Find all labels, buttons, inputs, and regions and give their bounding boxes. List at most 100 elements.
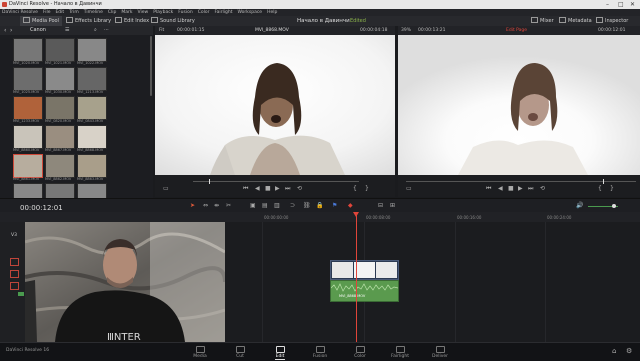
- insert-clip-icon[interactable]: ▣: [250, 202, 256, 209]
- track-auto-select-icon[interactable]: [10, 270, 19, 278]
- timeline-ruler[interactable]: 00:00:12:01 00:00:00:00 00:00:08:00 00:00:…: [0, 204, 640, 222]
- prev-frame-icon[interactable]: ⏮: [486, 185, 491, 193]
- source-scrub-head[interactable]: [209, 179, 210, 184]
- next-frame-icon[interactable]: ⏭: [285, 185, 290, 193]
- menu-item[interactable]: Color: [198, 10, 210, 15]
- menu-item[interactable]: Timeline: [84, 10, 103, 15]
- page-tab-color[interactable]: Color: [346, 346, 374, 359]
- mixer-button[interactable]: Mixer: [528, 16, 557, 26]
- playhead-handle[interactable]: [353, 212, 359, 217]
- mark-in-icon[interactable]: {: [598, 185, 602, 192]
- menu-item[interactable]: Playback: [153, 10, 173, 15]
- next-frame-icon[interactable]: ⏭: [528, 185, 533, 193]
- home-icon[interactable]: ⌂: [612, 347, 616, 355]
- menu-item[interactable]: Workspace: [237, 10, 262, 15]
- settings-icon[interactable]: ⚙: [626, 347, 632, 355]
- clip-thumbnail[interactable]: [13, 67, 43, 91]
- volume-knob[interactable]: [612, 204, 616, 208]
- page-tab-deliver[interactable]: Deliver: [426, 346, 454, 359]
- menu-item[interactable]: View: [138, 10, 149, 15]
- media-pool-button[interactable]: Media Pool: [20, 16, 62, 26]
- page-tab-media[interactable]: Media: [186, 346, 214, 359]
- loop-icon[interactable]: ⟲: [297, 185, 302, 192]
- menu-item[interactable]: Help: [267, 10, 277, 15]
- audio-volume-icon[interactable]: 🔊: [576, 202, 583, 209]
- position-lock-icon[interactable]: 🔒: [316, 202, 323, 209]
- effects-library-button[interactable]: Effects Library: [63, 16, 114, 26]
- blade-tool-icon[interactable]: ✂: [226, 202, 231, 209]
- dynamic-trim-icon[interactable]: ⇹: [214, 202, 219, 209]
- list-view-icon[interactable]: ☰: [65, 26, 69, 35]
- track-enable-icon[interactable]: [10, 282, 19, 290]
- minimize-icon[interactable]: –: [606, 0, 609, 9]
- menu-item[interactable]: Edit: [55, 10, 64, 15]
- media-pool-scrollbar[interactable]: [150, 36, 152, 96]
- bin-name[interactable]: Canon: [30, 26, 46, 35]
- menu-item[interactable]: Fairlight: [214, 10, 232, 15]
- mark-out-icon[interactable]: }: [610, 185, 614, 192]
- page-tab-edit[interactable]: Edit: [266, 346, 294, 360]
- menu-item[interactable]: DaVinci Resolve: [2, 10, 38, 15]
- zoom-full-icon[interactable]: ⊟: [378, 202, 383, 209]
- stop-icon[interactable]: ■: [265, 185, 271, 192]
- clip-thumbnail[interactable]: [45, 67, 75, 91]
- viewer-options-icon[interactable]: ▭: [406, 185, 412, 192]
- edit-index-button[interactable]: Edit Index: [112, 16, 152, 26]
- reverse-icon[interactable]: ◀: [255, 185, 260, 192]
- track-lock-icon[interactable]: [10, 258, 19, 266]
- more-options-icon[interactable]: ⋯: [104, 26, 109, 35]
- linked-selection-icon[interactable]: ⛓: [303, 202, 311, 209]
- zoom-detail-icon[interactable]: ⊞: [390, 202, 395, 209]
- clip-thumbnail[interactable]: [77, 96, 107, 120]
- clip-thumbnail[interactable]: [13, 154, 43, 178]
- timeline-scrub-head[interactable]: [603, 179, 604, 184]
- audio-clip[interactable]: MVI_8868.MOV: [330, 280, 399, 302]
- marker-icon[interactable]: ◆: [348, 202, 353, 209]
- search-icon[interactable]: ⌕: [94, 26, 97, 35]
- inspector-button[interactable]: Inspector: [593, 16, 631, 26]
- page-tab-fairlight[interactable]: Fairlight: [386, 346, 414, 359]
- reverse-icon[interactable]: ◀: [498, 185, 503, 192]
- forward-icon[interactable]: ›: [10, 26, 12, 35]
- clip-thumbnail[interactable]: [77, 154, 107, 178]
- sound-library-button[interactable]: Sound Library: [148, 16, 198, 26]
- clip-thumbnail[interactable]: [45, 96, 75, 120]
- clip-thumbnail[interactable]: [13, 96, 43, 120]
- play-icon[interactable]: ▶: [275, 185, 280, 192]
- clip-thumbnail[interactable]: [77, 125, 107, 149]
- clip-thumbnail[interactable]: [77, 67, 107, 91]
- replace-clip-icon[interactable]: ▥: [274, 202, 280, 209]
- overwrite-clip-icon[interactable]: ▤: [262, 202, 268, 209]
- stop-icon[interactable]: ■: [508, 185, 514, 192]
- page-tab-cut[interactable]: Cut: [226, 346, 254, 359]
- close-icon[interactable]: ✕: [630, 0, 635, 9]
- clip-thumbnail[interactable]: [13, 38, 43, 62]
- video-clip[interactable]: [330, 260, 399, 280]
- prev-frame-icon[interactable]: ⏮: [243, 185, 248, 193]
- page-tab-fusion[interactable]: Fusion: [306, 346, 334, 359]
- selection-tool-icon[interactable]: ➤: [190, 202, 195, 209]
- maximize-icon[interactable]: □: [618, 0, 624, 9]
- timeline-zoom[interactable]: 39%: [401, 26, 411, 35]
- clip-thumbnail[interactable]: [77, 38, 107, 62]
- playhead[interactable]: [356, 212, 357, 342]
- menu-item[interactable]: Mark: [121, 10, 132, 15]
- play-icon[interactable]: ▶: [518, 185, 523, 192]
- snapping-icon[interactable]: ⊃: [290, 202, 295, 209]
- timeline-scrubber[interactable]: [406, 181, 636, 182]
- clip-thumbnail[interactable]: [45, 38, 75, 62]
- menu-item[interactable]: File: [43, 10, 51, 15]
- flag-icon[interactable]: ⚑: [332, 202, 337, 209]
- viewer-options-icon[interactable]: ▭: [163, 185, 169, 192]
- timeline-page-name[interactable]: Edit Page: [506, 26, 527, 35]
- mark-in-icon[interactable]: {: [353, 185, 357, 192]
- source-viewer[interactable]: [155, 35, 395, 175]
- source-scrubber[interactable]: [193, 181, 359, 182]
- menu-item[interactable]: Fusion: [178, 10, 192, 15]
- menu-item[interactable]: Clip: [108, 10, 117, 15]
- source-fit[interactable]: Fit: [159, 26, 164, 35]
- mark-out-icon[interactable]: }: [365, 185, 369, 192]
- trim-tool-icon[interactable]: ⇔: [203, 202, 208, 209]
- clip-thumbnail[interactable]: [45, 154, 75, 178]
- back-icon[interactable]: ‹: [4, 26, 6, 35]
